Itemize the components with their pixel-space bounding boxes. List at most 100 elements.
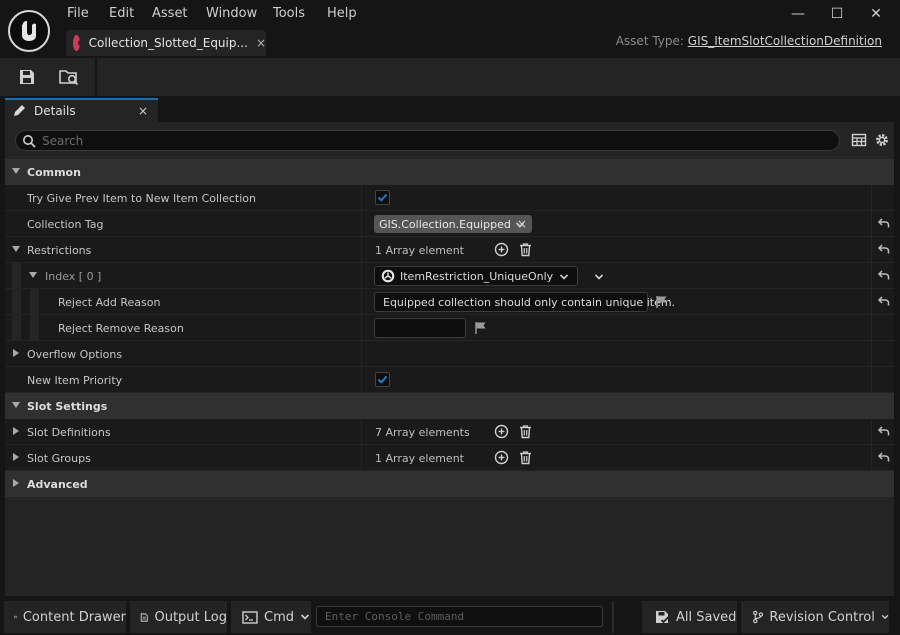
chevron-down-icon xyxy=(559,274,569,280)
search-input[interactable] xyxy=(42,133,802,148)
search-icon xyxy=(23,134,36,148)
property-label: New Item Priority xyxy=(27,374,123,387)
add-element-icon[interactable] xyxy=(494,242,509,257)
reset-column xyxy=(871,315,894,340)
property-value: GIS.Collection.Equipped × xyxy=(361,211,871,236)
output-log-icon xyxy=(140,612,148,622)
browse-to-asset-button[interactable] xyxy=(55,64,83,90)
table-view-icon[interactable] xyxy=(851,132,867,148)
property-row-reject-remove-reason: Reject Remove Reason xyxy=(5,315,894,341)
gameplay-tag-chip[interactable]: GIS.Collection.Equipped × xyxy=(374,215,532,233)
maximize-button[interactable]: ☐ xyxy=(825,4,849,24)
expand-arrow-icon[interactable] xyxy=(12,246,20,252)
reject-remove-reason-field[interactable] xyxy=(374,318,466,338)
reset-arrow-icon xyxy=(877,426,889,436)
property-label: Overflow Options xyxy=(27,348,123,361)
gear-icon[interactable] xyxy=(874,132,890,148)
save-button[interactable] xyxy=(13,64,41,90)
category-advanced[interactable]: Advanced xyxy=(5,471,894,497)
expand-arrow-icon[interactable] xyxy=(13,453,19,461)
property-value xyxy=(361,341,871,366)
expand-arrow-icon[interactable] xyxy=(13,427,19,435)
all-saved-icon xyxy=(656,611,670,624)
save-all-button[interactable]: All Saved xyxy=(642,601,737,633)
reset-to-default-button[interactable] xyxy=(871,445,894,470)
reset-arrow-icon xyxy=(877,296,889,306)
reset-column xyxy=(871,367,894,392)
reset-to-default-button[interactable] xyxy=(871,419,894,444)
reset-arrow-icon xyxy=(877,452,889,462)
try-give-prev-item-checkbox[interactable] xyxy=(375,190,390,205)
array-count: 1 Array element xyxy=(375,244,464,257)
property-row-restrictions: Restrictions 1 Array element xyxy=(5,237,894,263)
menu-file[interactable]: File xyxy=(67,6,89,21)
trash-icon[interactable] xyxy=(518,424,533,439)
console-command-type-button[interactable]: Cmd xyxy=(231,601,311,633)
content-drawer-label: Content Drawer xyxy=(22,609,126,625)
reset-arrow-icon xyxy=(877,270,889,280)
category-common[interactable]: Common xyxy=(5,159,894,185)
asset-type-link[interactable]: GIS_ItemSlotCollectionDefinition xyxy=(688,34,882,48)
output-log-button[interactable]: Output Log xyxy=(130,601,227,633)
asset-tab-label: Collection_Slotted_Equip... xyxy=(88,36,248,50)
menu-edit[interactable]: Edit xyxy=(109,6,134,21)
property-row-slot-groups: Slot Groups 1 Array element xyxy=(5,445,894,471)
close-window-button[interactable]: ✕ xyxy=(864,4,888,24)
details-panel-tab[interactable]: Details × xyxy=(5,98,158,122)
details-search-box[interactable] xyxy=(15,130,840,151)
localization-flag-icon[interactable] xyxy=(655,295,669,309)
menu-window[interactable]: Window xyxy=(206,6,257,21)
combo-value: ItemRestriction_UniqueOnly xyxy=(400,269,554,283)
close-tab-button[interactable]: × xyxy=(256,36,266,50)
asset-type-icon xyxy=(73,35,84,51)
expand-arrow-icon[interactable] xyxy=(12,168,20,174)
reset-column xyxy=(871,185,894,210)
close-details-button[interactable]: × xyxy=(138,104,148,118)
tag-label: GIS.Collection.Equipped xyxy=(379,217,511,231)
restriction-class-combo[interactable]: ItemRestriction_UniqueOnly xyxy=(374,266,578,286)
reset-to-default-button[interactable] xyxy=(871,263,894,288)
new-item-priority-checkbox[interactable] xyxy=(375,372,390,387)
menu-asset[interactable]: Asset xyxy=(152,6,188,21)
add-element-icon[interactable] xyxy=(494,450,509,465)
save-icon xyxy=(20,70,34,84)
category-slot-settings[interactable]: Slot Settings xyxy=(5,393,894,419)
trash-icon[interactable] xyxy=(518,242,533,257)
reset-to-default-button[interactable] xyxy=(871,237,894,262)
category-label: Common xyxy=(27,166,81,179)
indent-guide xyxy=(30,289,40,314)
trash-icon[interactable] xyxy=(518,450,533,465)
reset-to-default-button[interactable] xyxy=(871,289,894,314)
localization-flag-icon[interactable] xyxy=(474,321,488,335)
menu-help[interactable]: Help xyxy=(327,6,357,21)
reject-add-reason-field[interactable]: Equipped collection should only contain … xyxy=(374,292,675,312)
property-label: Slot Groups xyxy=(27,452,91,465)
toolbar xyxy=(0,58,900,96)
unreal-logo-icon[interactable] xyxy=(8,10,50,52)
asset-document-tab[interactable]: Collection_Slotted_Equip... × xyxy=(66,30,266,56)
property-row-try-give-prev-item: Try Give Prev Item to New Item Collectio… xyxy=(5,185,894,211)
expand-arrow-icon[interactable] xyxy=(13,349,19,357)
reset-to-default-button[interactable] xyxy=(871,211,894,236)
property-label: Try Give Prev Item to New Item Collectio… xyxy=(27,192,256,205)
property-label: Index [ 0 ] xyxy=(45,270,102,283)
options-chevron-icon[interactable] xyxy=(594,272,604,282)
indent-guide xyxy=(12,263,22,288)
content-drawer-button[interactable]: Content Drawer xyxy=(4,601,126,633)
console-command-input[interactable] xyxy=(316,606,603,627)
property-value xyxy=(361,185,871,210)
menu-tools[interactable]: Tools xyxy=(273,6,305,21)
expand-arrow-icon[interactable] xyxy=(29,272,37,278)
chevron-down-icon[interactable] xyxy=(515,220,525,230)
details-panel: Common Try Give Prev Item to New Item Co… xyxy=(5,122,894,596)
add-element-icon[interactable] xyxy=(494,424,509,439)
property-label: Slot Definitions xyxy=(27,426,111,439)
minimize-button[interactable]: — xyxy=(786,4,810,24)
restriction-class-icon xyxy=(381,269,395,283)
property-row-collection-tag: Collection Tag GIS.Collection.Equipped × xyxy=(5,211,894,237)
expand-arrow-icon[interactable] xyxy=(13,479,19,487)
property-label: Reject Add Reason xyxy=(58,296,161,309)
content-drawer-icon xyxy=(14,615,17,619)
expand-arrow-icon[interactable] xyxy=(12,402,20,408)
revision-control-button[interactable]: Revision Control xyxy=(741,601,889,633)
